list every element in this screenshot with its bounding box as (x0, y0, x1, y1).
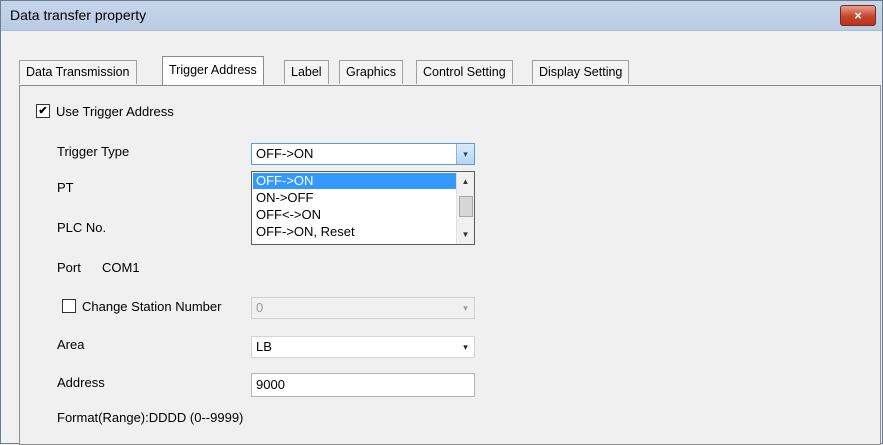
scroll-thumb[interactable] (459, 196, 473, 217)
address-value: 9000 (256, 377, 285, 392)
address-label: Address (57, 375, 105, 390)
station-number-value: 0 (256, 300, 264, 315)
plc-no-label: PLC No. (57, 220, 107, 235)
scroll-up-icon[interactable]: ▲ (457, 173, 474, 190)
tab-control-setting[interactable]: Control Setting (416, 60, 513, 84)
area-select[interactable]: LB ▾ (251, 336, 475, 358)
station-number-select: 0 ▾ (251, 297, 475, 319)
title-bar[interactable]: Data transfer property × (1, 1, 882, 31)
format-range-text: Format(Range):DDDD (0--9999) (57, 410, 244, 425)
chevron-down-icon: ▾ (463, 303, 468, 313)
pt-label: PT (57, 180, 74, 195)
trigger-type-dropdown-list[interactable]: OFF->ON ON->OFF OFF<->ON OFF->ON, Reset … (251, 171, 475, 245)
change-station-label: Change Station Number (82, 299, 222, 314)
tab-data-transmission[interactable]: Data Transmission (19, 60, 137, 84)
tab-display-setting[interactable]: Display Setting (532, 60, 630, 84)
window-title: Data transfer property (10, 7, 147, 23)
tab-trigger-address[interactable]: Trigger Address (162, 56, 264, 85)
trigger-type-label: Trigger Type (57, 144, 130, 159)
tab-graphics[interactable]: Graphics (339, 60, 404, 84)
dropdown-option-on-off[interactable]: ON->OFF (253, 190, 458, 206)
scroll-down-icon[interactable]: ▼ (457, 226, 474, 243)
change-station-checkbox[interactable] (62, 299, 76, 313)
close-icon: × (854, 8, 862, 23)
use-trigger-checkbox[interactable]: ✔ (36, 104, 50, 118)
chevron-down-icon[interactable]: ▾ (457, 337, 474, 357)
trigger-type-select[interactable]: OFF->ON ▾ (251, 143, 475, 165)
chevron-down-icon[interactable]: ▾ (456, 144, 474, 164)
dropdown-option-off-on[interactable]: OFF->ON (253, 173, 458, 189)
use-trigger-label: Use Trigger Address (56, 104, 174, 119)
tab-label[interactable]: Label (284, 60, 329, 84)
dropdown-option-off-toggle-on[interactable]: OFF<->ON (253, 207, 458, 223)
port-value: COM1 (102, 260, 140, 275)
dropdown-scrollbar[interactable]: ▲ ▼ (456, 172, 474, 244)
area-value: LB (256, 339, 272, 354)
close-button[interactable]: × (840, 5, 876, 26)
address-input[interactable]: 9000 (251, 373, 475, 397)
dropdown-option-off-on-reset[interactable]: OFF->ON, Reset (253, 224, 458, 240)
check-icon: ✔ (38, 105, 48, 117)
trigger-type-value: OFF->ON (256, 146, 314, 161)
port-label: Port (57, 260, 81, 275)
area-label: Area (57, 337, 85, 352)
dialog-window: Data transfer property × Data Transmissi… (0, 0, 883, 445)
